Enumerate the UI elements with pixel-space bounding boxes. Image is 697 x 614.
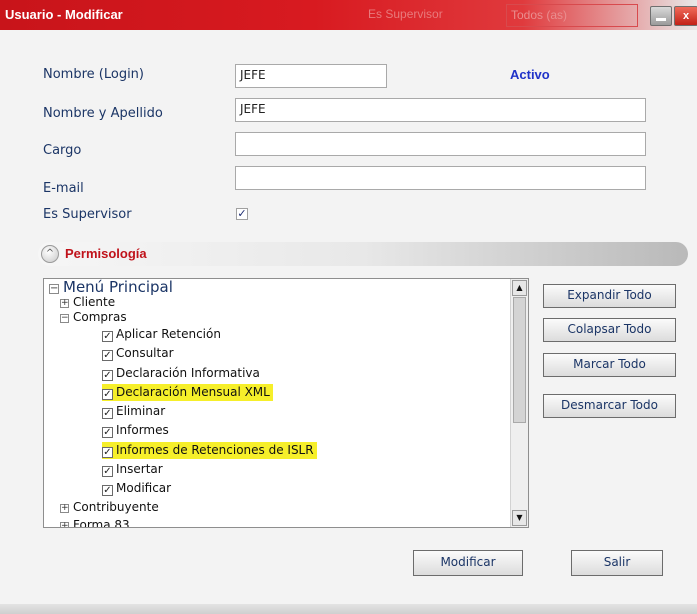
permissions-tree[interactable]: − Menú Principal + Cliente − Compras ✓ Aplic… — [43, 278, 529, 528]
tree-node-label: Compras — [73, 310, 127, 324]
tree-leaf-modificar[interactable]: ✓ Modificar — [102, 480, 171, 497]
uncheck-all-button[interactable]: Desmarcar Todo — [543, 394, 676, 418]
tree-leaf-informes[interactable]: ✓ Informes — [102, 422, 169, 439]
ghost-todos-combo: Todos (as) — [506, 4, 638, 27]
email-label: E-mail — [43, 181, 84, 196]
cargo-input[interactable] — [235, 132, 646, 156]
tree-leaf-label: Declaración Informativa — [116, 366, 260, 380]
tree-leaf-label: Informes — [116, 423, 169, 437]
scroll-thumb[interactable] — [513, 297, 526, 423]
check-all-button[interactable]: Marcar Todo — [543, 353, 676, 377]
scroll-down-icon[interactable]: ▼ — [512, 510, 527, 526]
check-icon: ✓ — [237, 207, 247, 220]
tree-leaf-label: Aplicar Retención — [116, 327, 221, 341]
tree-leaf-declaracion-informativa[interactable]: ✓ Declaración Informativa — [102, 365, 260, 382]
checkbox-checked-icon[interactable]: ✓ — [102, 350, 113, 361]
tree-scrollbar[interactable]: ▲ ▼ — [510, 279, 528, 527]
checkbox-checked-icon[interactable]: ✓ — [102, 408, 113, 419]
tree-leaf-label: Informes de Retenciones de ISLR — [116, 443, 314, 457]
scroll-up-icon[interactable]: ▲ — [512, 280, 527, 296]
window-title: Usuario - Modificar — [5, 7, 123, 22]
tree-node-forma-83[interactable]: + Forma 83 — [60, 517, 130, 527]
checkbox-checked-icon[interactable]: ✓ — [102, 466, 113, 477]
checkbox-checked-icon[interactable]: ✓ — [102, 389, 113, 400]
checkbox-checked-icon[interactable]: ✓ — [102, 427, 113, 438]
collapse-all-button[interactable]: Colapsar Todo — [543, 318, 676, 342]
fullname-input[interactable]: JEFE — [235, 98, 646, 122]
close-icon: x — [682, 10, 690, 22]
expand-icon[interactable]: + — [60, 504, 69, 513]
status-label: Activo — [510, 67, 550, 82]
tree-node-label: Forma 83 — [73, 518, 130, 527]
expand-icon[interactable]: + — [60, 522, 69, 527]
collapse-icon[interactable]: − — [60, 314, 69, 323]
section-title: Permisología — [65, 246, 147, 261]
checkbox-checked-icon[interactable]: ✓ — [102, 485, 113, 496]
permissions-section-header[interactable]: ^ Permisología — [38, 242, 688, 266]
minimize-button[interactable] — [650, 6, 672, 26]
tree-leaf-label: Declaración Mensual XML — [116, 385, 270, 399]
tree-leaf-label: Consultar — [116, 346, 174, 360]
ghost-supervisor-label: Es Supervisor — [368, 7, 443, 21]
tree-leaf-label: Eliminar — [116, 404, 166, 418]
bottom-divider — [0, 604, 697, 614]
minimize-icon — [656, 18, 666, 21]
cargo-label: Cargo — [43, 143, 82, 158]
tree-content: − Menú Principal + Cliente − Compras ✓ Aplic… — [44, 279, 511, 527]
checkbox-checked-icon[interactable]: ✓ — [102, 370, 113, 381]
exit-button[interactable]: Salir — [571, 550, 663, 576]
tree-leaf-eliminar[interactable]: ✓ Eliminar — [102, 403, 165, 420]
tree-leaf-consultar[interactable]: ✓ Consultar — [102, 345, 174, 362]
modify-button[interactable]: Modificar — [413, 550, 523, 576]
collapse-icon[interactable]: − — [49, 284, 59, 294]
fullname-label: Nombre y Apellido — [43, 106, 163, 121]
tree-leaf-declaracion-mensual-xml[interactable]: ✓ Declaración Mensual XML — [102, 384, 273, 401]
checkbox-checked-icon[interactable]: ✓ — [102, 447, 113, 458]
tree-node-label: Contribuyente — [73, 500, 159, 514]
tree-node-label: Cliente — [73, 295, 116, 309]
tree-leaf-informes-retenciones-islr[interactable]: ✓ Informes de Retenciones de ISLR — [102, 442, 317, 459]
title-bar: Usuario - Modificar Es Supervisor Todos … — [0, 0, 697, 30]
supervisor-checkbox[interactable]: ✓ — [236, 208, 248, 220]
login-input[interactable]: JEFE — [235, 64, 387, 88]
tree-leaf-aplicar-retencion[interactable]: ✓ Aplicar Retención — [102, 326, 221, 343]
close-button[interactable]: x — [674, 6, 697, 26]
expand-icon[interactable]: + — [60, 299, 69, 308]
email-input[interactable] — [235, 166, 646, 190]
tree-node-compras[interactable]: − Compras — [60, 309, 127, 326]
tree-leaf-insertar[interactable]: ✓ Insertar — [102, 461, 163, 478]
checkbox-checked-icon[interactable]: ✓ — [102, 331, 113, 342]
login-label: Nombre (Login) — [43, 67, 144, 82]
supervisor-label: Es Supervisor — [43, 207, 132, 222]
chevron-up-icon[interactable]: ^ — [41, 245, 59, 263]
tree-leaf-label: Insertar — [116, 462, 163, 476]
tree-leaf-label: Modificar — [116, 481, 172, 495]
tree-node-contribuyente[interactable]: + Contribuyente — [60, 499, 159, 516]
expand-all-button[interactable]: Expandir Todo — [543, 284, 676, 308]
